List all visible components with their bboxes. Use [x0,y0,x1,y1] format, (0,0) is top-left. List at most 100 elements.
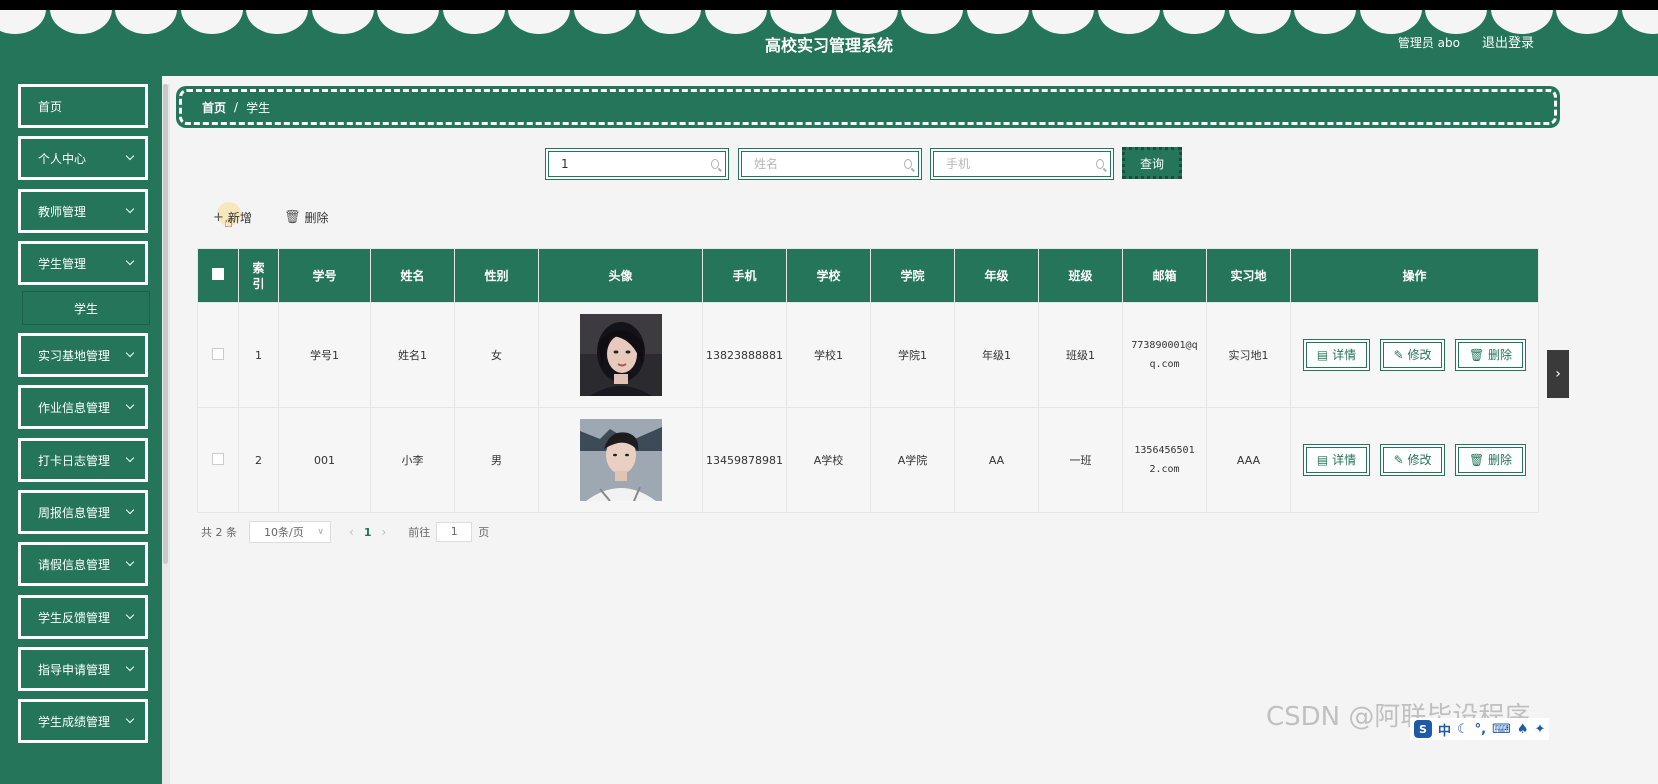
sidebar-item-label: 周报信息管理 [38,505,111,520]
delete-button[interactable]: 🗑 删除 [284,206,329,228]
delete-label: 删除 [1488,453,1513,467]
sidebar-item[interactable]: 首页 [18,84,148,128]
delete-label: 删除 [1488,348,1513,362]
breadcrumb-home[interactable]: 首页 [202,99,226,116]
sidebar-scrollbar[interactable] [162,84,170,784]
next-page-icon[interactable]: › [381,525,386,539]
cell-index: 1 [238,302,279,408]
scallop-shape [704,10,767,34]
xuehao-search-input[interactable] [561,157,711,171]
shouji-search-input[interactable] [946,157,1096,171]
scallop-shape [442,10,505,34]
scallop-shape [573,10,636,34]
scallop-shape [835,10,898,34]
scallop-shape [115,10,177,34]
scallop-shape [770,10,832,34]
edit-button[interactable]: ✎ 修改 [1379,339,1446,371]
page-size-value: 10条/页 [264,526,304,539]
edit-label: 修改 [1407,453,1432,467]
sidebar-item-label: 学生成绩管理 [38,714,111,729]
cell-xingming: 姓名1 [370,302,455,408]
wrench-icon[interactable]: ✦ [1535,722,1546,737]
breadcrumb: 首页 / 学生 [176,86,1560,128]
ime-logo-icon: S [1414,720,1432,738]
detail-button[interactable]: ▤ 详情 [1302,444,1371,476]
edit-label: 修改 [1407,348,1432,362]
sidebar-item-label: 教师管理 [38,204,87,219]
xuehao-search-field [545,148,729,180]
search-icon [711,159,719,169]
chevron-down-icon [125,662,135,672]
sidebar-item[interactable]: 个人中心 [18,136,148,180]
shirt-icon[interactable]: ♠ [1517,722,1529,737]
row-delete-button[interactable]: 🗑 删除 [1454,444,1527,476]
email-text: 13564565012.com [1134,445,1195,475]
shouji-search-field [930,148,1114,180]
scrollbar-thumb[interactable] [163,84,168,564]
avatar [579,419,662,501]
row-checkbox[interactable] [212,452,224,465]
chevron-down-icon: ∨ [317,527,324,537]
select-all-checkbox[interactable] [212,268,224,280]
cell-nianji: 年级1 [954,302,1039,408]
scallop-shape [1621,10,1658,34]
query-button[interactable]: 查询 [1122,147,1182,179]
column-header: 年级 [954,248,1039,303]
detail-button[interactable]: ▤ 详情 [1302,339,1371,371]
sidebar-item[interactable]: 学生成绩管理 [18,699,148,743]
scallop-shape [1032,10,1094,34]
header-select-all[interactable] [197,248,239,303]
sidebar-item[interactable]: 学生管理 [18,241,148,285]
hand-cursor-icon: ☝ [224,213,234,231]
plus-icon: + [213,209,224,225]
sidebar-item[interactable]: 教师管理 [18,189,148,233]
scallop-shape [1490,10,1553,34]
sidebar-item[interactable]: 请假信息管理 [18,542,148,586]
row-delete-button[interactable]: 🗑 删除 [1454,339,1527,371]
scallop-shape [377,10,439,34]
ime-language[interactable]: 中 [1438,720,1451,739]
scallop-shape [311,10,374,34]
sidebar-item[interactable]: 周报信息管理 [18,490,148,534]
document-icon: ▤ [1316,348,1333,362]
cell-avatar [538,407,703,513]
sidebar-item[interactable]: 打卡日志管理 [18,438,148,482]
cell-shixidi: 实习地1 [1206,302,1291,408]
sidebar-subitem-student[interactable]: 学生 [22,291,150,325]
page-size-select[interactable]: 10条/页 ∨ [249,521,331,543]
trash-icon: 🗑 [284,209,301,225]
column-header: 性别 [454,248,539,303]
cell-xueyuan: A学院 [870,407,955,513]
edit-button[interactable]: ✎ 修改 [1379,444,1446,476]
sidebar-item[interactable]: 指导申请管理 [18,647,148,691]
sidebar-item[interactable]: 学生反馈管理 [18,595,148,639]
cell-xingming: 小李 [370,407,455,513]
scallop-shape [1163,10,1225,34]
keyboard-icon[interactable]: ⌨ [1492,722,1511,737]
row-checkbox[interactable] [212,347,224,360]
chevron-down-icon [125,204,135,214]
chevron-right-icon[interactable]: › [1547,350,1569,398]
prev-page-icon[interactable]: ‹ [349,525,354,539]
table-row: 1 学号1 姓名1 女 13823888881 学校1 学院1 年级1 班级1 … [197,302,1539,408]
sidebar-item-label: 个人中心 [38,151,87,166]
ime-toolbar[interactable]: S 中 ☾ °, ⌨ ♠ ✦ [1410,718,1550,740]
current-user: 管理员 abo [1397,36,1460,50]
sidebar-item-label: 作业信息管理 [38,400,111,415]
sidebar-item[interactable]: 实习基地管理 [18,333,148,377]
logout-link[interactable]: 退出登录 [1482,32,1534,51]
page-number[interactable]: 1 [364,526,372,539]
cell-shouji: 13823888881 [702,302,787,408]
punctuation-icon[interactable]: °, [1475,722,1486,737]
column-header: 头像 [538,248,703,303]
search-icon [1096,159,1104,169]
chevron-down-icon [125,453,135,463]
sidebar-item[interactable]: 作业信息管理 [18,385,148,429]
moon-icon[interactable]: ☾ [1457,722,1469,737]
goto-page-input[interactable]: 1 [436,522,473,542]
chevron-down-icon [125,714,135,724]
xingming-search-input[interactable] [754,157,904,171]
table-row: 2 001 小李 男 13459878981 A学校 A学院 AA 一班 135… [197,407,1539,513]
cell-xueyuan: 学院1 [870,302,955,408]
chevron-down-icon [125,557,135,567]
